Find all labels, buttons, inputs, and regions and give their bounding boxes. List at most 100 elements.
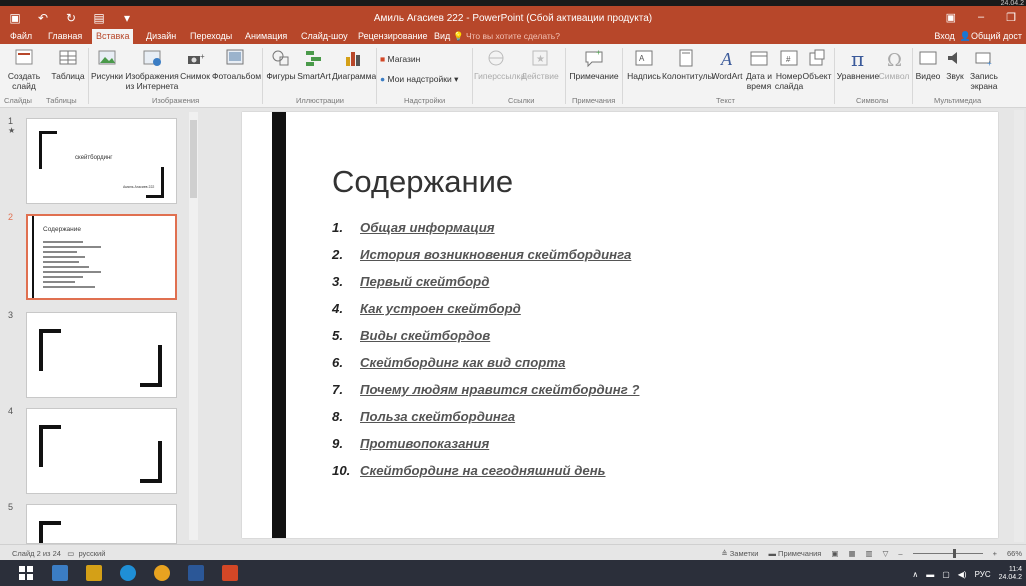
- volume-icon[interactable]: ◀): [958, 570, 967, 579]
- slide-thumbnail-3[interactable]: [26, 312, 177, 398]
- windows-start-icon[interactable]: [18, 565, 34, 581]
- photo-album-button[interactable]: Фотоальбом: [212, 48, 261, 81]
- signin-link[interactable]: Вход: [934, 31, 954, 41]
- chart-button[interactable]: Диаграмма: [332, 48, 377, 81]
- toc-link[interactable]: История возникновения скейтбординга: [360, 247, 631, 262]
- toc-item[interactable]: 5. Виды скейтбордов: [332, 328, 639, 355]
- slide-scrollbar[interactable]: [1014, 110, 1024, 542]
- tell-me-box[interactable]: 💡 Что вы хотите сделать?: [453, 31, 560, 42]
- object-button[interactable]: Объект: [802, 48, 832, 81]
- audio-button[interactable]: Звук: [942, 48, 968, 81]
- zoom-slider[interactable]: [912, 549, 983, 558]
- thumbnails-scrollbar[interactable]: [189, 112, 198, 540]
- toc-link[interactable]: Как устроен скейтборд: [360, 301, 521, 316]
- wordart-button[interactable]: A WordArt: [710, 48, 744, 81]
- slide-thumbnail-4[interactable]: [26, 408, 177, 494]
- powerpoint-icon[interactable]: [222, 565, 238, 581]
- chart-label: Диаграмма: [332, 71, 377, 81]
- action-button[interactable]: ★ Действие: [518, 48, 562, 81]
- restore-icon[interactable]: ❐: [1006, 11, 1016, 24]
- slide-thumbnail-5[interactable]: [26, 504, 177, 544]
- language-indicator[interactable]: русский: [78, 549, 105, 558]
- edge-icon[interactable]: [120, 565, 136, 581]
- group-addins: Надстройки: [404, 96, 446, 105]
- date-time-button[interactable]: Дата и время: [744, 48, 774, 91]
- screen-recording-button[interactable]: + Запись экрана: [968, 48, 1000, 91]
- my-addins-button[interactable]: ● Мои надстройки ▾: [380, 74, 472, 84]
- symbol-button[interactable]: Ω Символ: [878, 48, 910, 81]
- toc-link[interactable]: Виды скейтбордов: [360, 328, 490, 343]
- smartart-button[interactable]: SmartArt: [296, 48, 332, 81]
- zoom-in-icon[interactable]: +: [993, 549, 997, 558]
- table-of-contents[interactable]: 1. Общая информация 2. История возникновен…: [332, 220, 639, 490]
- pictures-button[interactable]: Рисунки: [90, 48, 124, 81]
- comment-button[interactable]: + Примечание: [567, 48, 621, 81]
- file-explorer-icon[interactable]: [52, 565, 68, 581]
- toc-item[interactable]: 4. Как устроен скейтборд: [332, 301, 639, 328]
- tab-slideshow[interactable]: Слайд-шоу: [297, 29, 352, 43]
- toc-item[interactable]: 3. Первый скейтборд: [332, 274, 639, 301]
- tray-chevron-icon[interactable]: ∧: [912, 570, 918, 579]
- spellcheck-icon[interactable]: ▭: [67, 549, 74, 558]
- slide-title[interactable]: Содержание: [332, 164, 513, 200]
- store-button[interactable]: ■ Магазин: [380, 54, 450, 64]
- toc-link[interactable]: Скейтбординг на сегодняшний день: [360, 463, 606, 478]
- toc-item[interactable]: 10. Скейтбординг на сегодняшний день: [332, 463, 639, 490]
- toc-item[interactable]: 7. Почему людям нравится скейтбординг ?: [332, 382, 639, 409]
- chrome-icon[interactable]: [154, 565, 170, 581]
- thumbnails-scroll-thumb[interactable]: [190, 120, 197, 198]
- table-button[interactable]: Таблица: [50, 48, 86, 81]
- tab-design[interactable]: Дизайн: [142, 29, 180, 43]
- toc-item[interactable]: 9. Противопоказания: [332, 436, 639, 463]
- tab-insert[interactable]: Вставка: [92, 29, 134, 44]
- input-language[interactable]: РУС: [975, 570, 991, 579]
- reading-view-icon[interactable]: ▥: [866, 549, 873, 558]
- zoom-out-icon[interactable]: –: [898, 549, 902, 558]
- equation-button[interactable]: π Уравнение: [836, 48, 880, 81]
- tab-review[interactable]: Рецензирование: [354, 29, 432, 43]
- toc-link[interactable]: Скейтбординг как вид спорта: [360, 355, 565, 370]
- battery-icon[interactable]: ▬: [926, 570, 934, 579]
- header-footer-button[interactable]: Колонтитулы: [662, 48, 714, 81]
- toc-link[interactable]: Первый скейтборд: [360, 274, 489, 289]
- online-pictures-button[interactable]: Изображения из Интернета: [124, 48, 180, 91]
- tab-home[interactable]: Главная: [44, 29, 86, 43]
- toc-link[interactable]: Почему людям нравится скейтбординг ?: [360, 382, 639, 397]
- slide-thumbnail-1[interactable]: скейтбординг Амиль Агасиев 222: [26, 118, 177, 204]
- tab-view[interactable]: Вид: [430, 29, 454, 43]
- network-icon[interactable]: ▢: [942, 570, 950, 579]
- ribbon-display-options-icon[interactable]: ▣: [946, 11, 956, 24]
- slide-thumbnail-2[interactable]: Содержание: [26, 214, 177, 300]
- tab-transitions[interactable]: Переходы: [186, 29, 236, 43]
- omega-icon: Ω: [887, 50, 902, 68]
- normal-view-icon[interactable]: ▣: [831, 549, 838, 558]
- shapes-button[interactable]: Фигуры: [264, 48, 298, 81]
- comments-button[interactable]: ▬ Примечания: [768, 549, 821, 558]
- zoom-level[interactable]: 66%: [1007, 549, 1022, 558]
- minimize-icon[interactable]: –: [978, 11, 984, 24]
- video-button[interactable]: Видео: [914, 48, 942, 81]
- app-icon[interactable]: [86, 565, 102, 581]
- screenshot-button[interactable]: + Снимок: [178, 48, 212, 81]
- toc-link[interactable]: Общая информация: [360, 220, 495, 235]
- current-slide[interactable]: Содержание 1. Общая информация 2. История …: [242, 112, 998, 538]
- toc-item[interactable]: 2. История возникновения скейтбординга: [332, 247, 639, 274]
- hyperlink-button[interactable]: Гиперссылка: [474, 48, 525, 81]
- tab-animations[interactable]: Анимация: [241, 29, 291, 43]
- clock[interactable]: 11:4 24.04.2: [999, 566, 1022, 582]
- share-button[interactable]: Общий дост: [971, 31, 1022, 41]
- chart-icon: [346, 52, 360, 66]
- toc-link[interactable]: Противопоказания: [360, 436, 489, 451]
- textbox-button[interactable]: A Надпись: [624, 48, 664, 81]
- slide-sorter-icon[interactable]: ▦: [848, 549, 855, 558]
- word-icon[interactable]: [188, 565, 204, 581]
- new-slide-button[interactable]: Создать слайд: [4, 48, 44, 91]
- toc-link[interactable]: Польза скейтбординга: [360, 409, 515, 424]
- slide-number-button[interactable]: # Номер слайда: [774, 48, 804, 91]
- toc-item[interactable]: 1. Общая информация: [332, 220, 639, 247]
- tab-file[interactable]: Файл: [6, 29, 36, 43]
- notes-button[interactable]: ≜ Заметки: [721, 549, 758, 558]
- toc-item[interactable]: 8. Польза скейтбординга: [332, 409, 639, 436]
- slideshow-view-icon[interactable]: ▽: [883, 549, 889, 558]
- toc-item[interactable]: 6. Скейтбординг как вид спорта: [332, 355, 639, 382]
